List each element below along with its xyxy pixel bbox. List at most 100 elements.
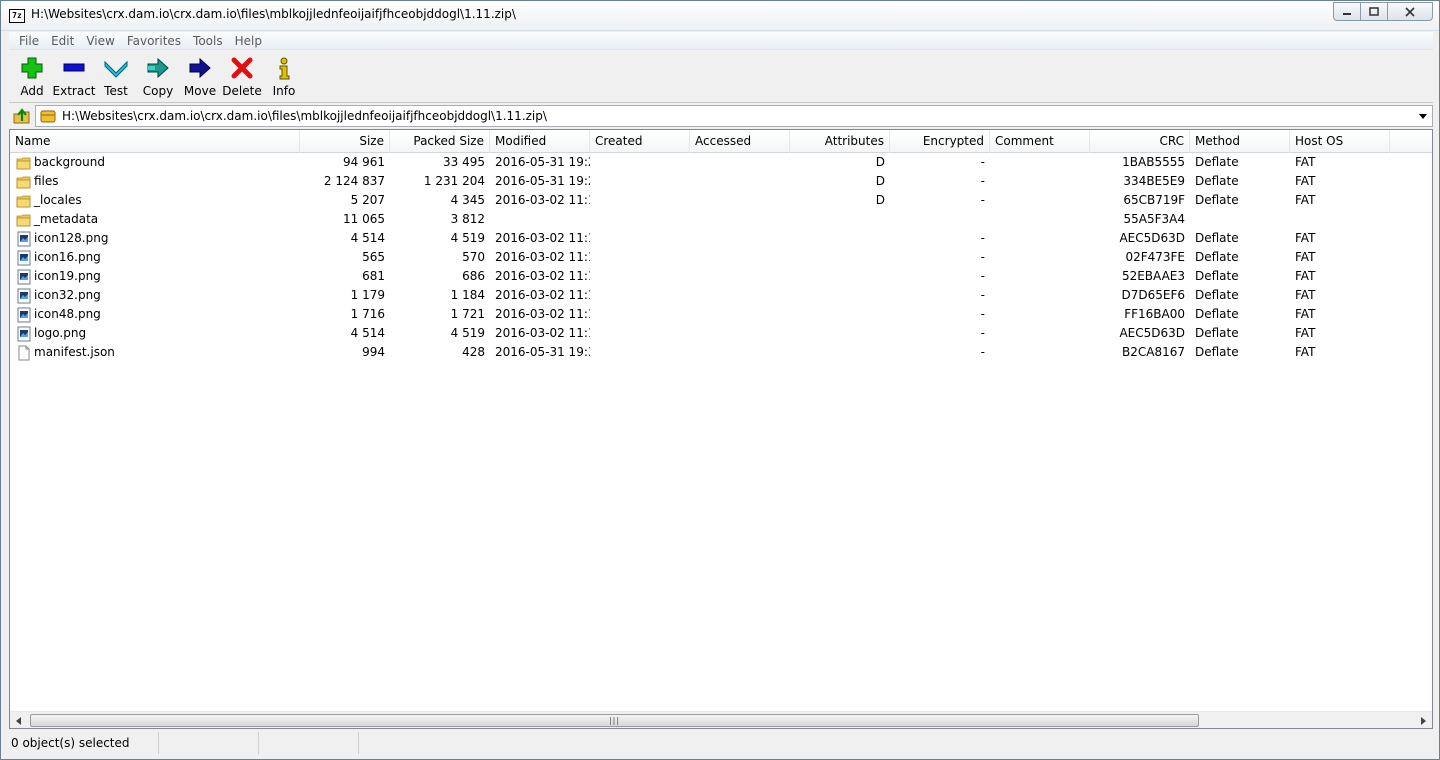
file-name: logo.png	[34, 326, 87, 340]
cell-method: Deflate	[1195, 250, 1239, 264]
copy-button[interactable]: Copy	[137, 51, 179, 101]
cell-packed-size: 1 184	[450, 288, 485, 302]
column-header-name[interactable]: Name	[10, 130, 300, 153]
app-7zip-icon: 7z	[9, 9, 25, 23]
menu-help[interactable]: Help	[229, 34, 268, 48]
cell-host-os: FAT	[1295, 326, 1316, 340]
extract-label: Extract	[52, 84, 96, 98]
close-button[interactable]	[1387, 2, 1433, 21]
scroll-left-button[interactable]	[10, 712, 27, 728]
table-row[interactable]: icon16.png 565 570 2016-03-02 11:18 - 02F473F…	[10, 248, 1432, 267]
menu-bar: File Edit View Favorites Tools Help	[9, 32, 1433, 50]
close-icon	[1405, 6, 1415, 17]
cell-modified: 2016-03-02 11:18	[495, 307, 590, 321]
cell-packed-size: 4 345	[450, 193, 485, 207]
maximize-button[interactable]	[1360, 2, 1388, 21]
column-header-modified[interactable]: Modified	[490, 130, 590, 153]
cell-crc: 1BAB5555	[1122, 155, 1185, 169]
test-button[interactable]: Test	[95, 51, 137, 101]
menu-view[interactable]: View	[80, 34, 120, 48]
column-header-row: Name Size Packed Size Modified Created A…	[10, 130, 1432, 153]
cell-method: Deflate	[1195, 193, 1239, 207]
cell-size: 4 514	[350, 326, 385, 340]
cell-modified: 2016-05-31 19:30	[495, 345, 590, 359]
cell-host-os: FAT	[1295, 250, 1316, 264]
cell-crc: B2CA8167	[1122, 345, 1185, 359]
window-controls	[1333, 2, 1433, 21]
cell-crc: 65CB719F	[1123, 193, 1185, 207]
path-text: H:\Websites\crx.dam.io\crx.dam.io\files\…	[62, 109, 547, 123]
cell-modified: 2016-03-02 11:18	[495, 250, 590, 264]
menu-favorites[interactable]: Favorites	[121, 34, 187, 48]
cell-modified: 2016-03-02 11:18	[495, 231, 590, 245]
path-dropdown-button[interactable]	[1416, 109, 1430, 123]
delete-button[interactable]: Delete	[221, 51, 263, 101]
info-label: Info	[272, 84, 296, 98]
cell-packed-size: 428	[462, 345, 485, 359]
table-row[interactable]: icon128.png 4 514 4 519 2016-03-02 11:18 - AE…	[10, 229, 1432, 248]
cell-size: 2 124 837	[323, 174, 385, 188]
column-header-attributes[interactable]: Attributes	[790, 130, 890, 153]
horizontal-scrollbar[interactable]: |||	[10, 711, 1432, 728]
info-icon	[271, 55, 297, 81]
file-name: background	[34, 155, 105, 169]
table-row[interactable]: logo.png 4 514 4 519 2016-03-02 11:18 - AEC5D…	[10, 324, 1432, 343]
add-button[interactable]: Add	[11, 51, 53, 101]
table-row[interactable]: _metadata 11 065 3 812 55A5F3A4	[10, 210, 1432, 229]
folder-up-icon	[13, 108, 30, 124]
move-button[interactable]: Move	[179, 51, 221, 101]
cell-modified: 2016-05-31 19:25	[495, 174, 590, 188]
column-header-crc[interactable]: CRC	[1090, 130, 1190, 153]
scroll-right-button[interactable]	[1415, 712, 1432, 728]
cell-crc: FF16BA00	[1124, 307, 1185, 321]
table-row[interactable]: icon48.png 1 716 1 721 2016-03-02 11:18 - FF1…	[10, 305, 1432, 324]
cell-attributes	[790, 210, 890, 229]
table-row[interactable]: background 94 961 33 495 2016-05-31 19:25 D -…	[10, 153, 1432, 172]
cell-host-os	[1290, 210, 1390, 229]
column-header-host-os[interactable]: Host OS	[1290, 130, 1390, 153]
up-folder-button[interactable]	[9, 105, 35, 127]
arrow-left-icon	[16, 716, 21, 725]
table-row[interactable]: icon32.png 1 179 1 184 2016-03-02 11:18 - D7D…	[10, 286, 1432, 305]
cell-encrypted: -	[980, 307, 985, 321]
menu-file[interactable]: File	[13, 34, 45, 48]
table-row[interactable]: files 2 124 837 1 231 204 2016-05-31 19:25 D…	[10, 172, 1432, 191]
minus-icon	[61, 55, 87, 81]
menu-tools[interactable]: Tools	[187, 34, 229, 48]
cell-crc: 52EBAAE3	[1121, 269, 1185, 283]
cell-attributes	[790, 286, 890, 305]
column-header-packed-size[interactable]: Packed Size	[390, 130, 490, 153]
cell-attributes	[790, 229, 890, 248]
info-button[interactable]: Info	[263, 51, 305, 101]
title-bar: 7z H:\Websites\crx.dam.io\crx.dam.io\fil…	[1, 1, 1439, 31]
archive-icon	[40, 110, 56, 123]
cell-encrypted: -	[980, 231, 985, 245]
cell-name: _locales	[10, 191, 300, 210]
status-cell-2	[159, 732, 259, 754]
cell-size: 565	[362, 250, 385, 264]
column-header-size[interactable]: Size	[300, 130, 390, 153]
cell-packed-size: 33 495	[443, 155, 485, 169]
scroll-thumb[interactable]: |||	[30, 714, 1199, 727]
cell-attributes: D	[875, 193, 885, 207]
cell-modified: 2016-03-02 11:18	[495, 288, 590, 302]
file-list[interactable]: Name Size Packed Size Modified Created A…	[9, 129, 1433, 729]
cell-modified: 2016-03-02 11:18	[495, 193, 590, 207]
column-header-created[interactable]: Created	[590, 130, 690, 153]
column-header-method[interactable]: Method	[1190, 130, 1290, 153]
column-header-comment[interactable]: Comment	[990, 130, 1090, 153]
cell-name: logo.png	[10, 324, 300, 343]
menu-edit[interactable]: Edit	[45, 34, 80, 48]
table-row[interactable]: manifest.json 994 428 2016-05-31 19:30 - B2CA…	[10, 343, 1432, 362]
extract-button[interactable]: Extract	[52, 51, 96, 101]
cell-host-os: FAT	[1295, 307, 1316, 321]
column-header-encrypted[interactable]: Encrypted	[890, 130, 990, 153]
minimize-button[interactable]	[1333, 2, 1361, 21]
path-input[interactable]: H:\Websites\crx.dam.io\crx.dam.io\files\…	[35, 105, 1433, 127]
table-row[interactable]: icon19.png 681 686 2016-03-02 11:18 - 52EBAAE…	[10, 267, 1432, 286]
cell-attributes	[790, 248, 890, 267]
table-row[interactable]: _locales 5 207 4 345 2016-03-02 11:18 D - 65CB…	[10, 191, 1432, 210]
grip-icon: |||	[608, 716, 621, 725]
folder-icon	[16, 193, 32, 209]
column-header-accessed[interactable]: Accessed	[690, 130, 790, 153]
